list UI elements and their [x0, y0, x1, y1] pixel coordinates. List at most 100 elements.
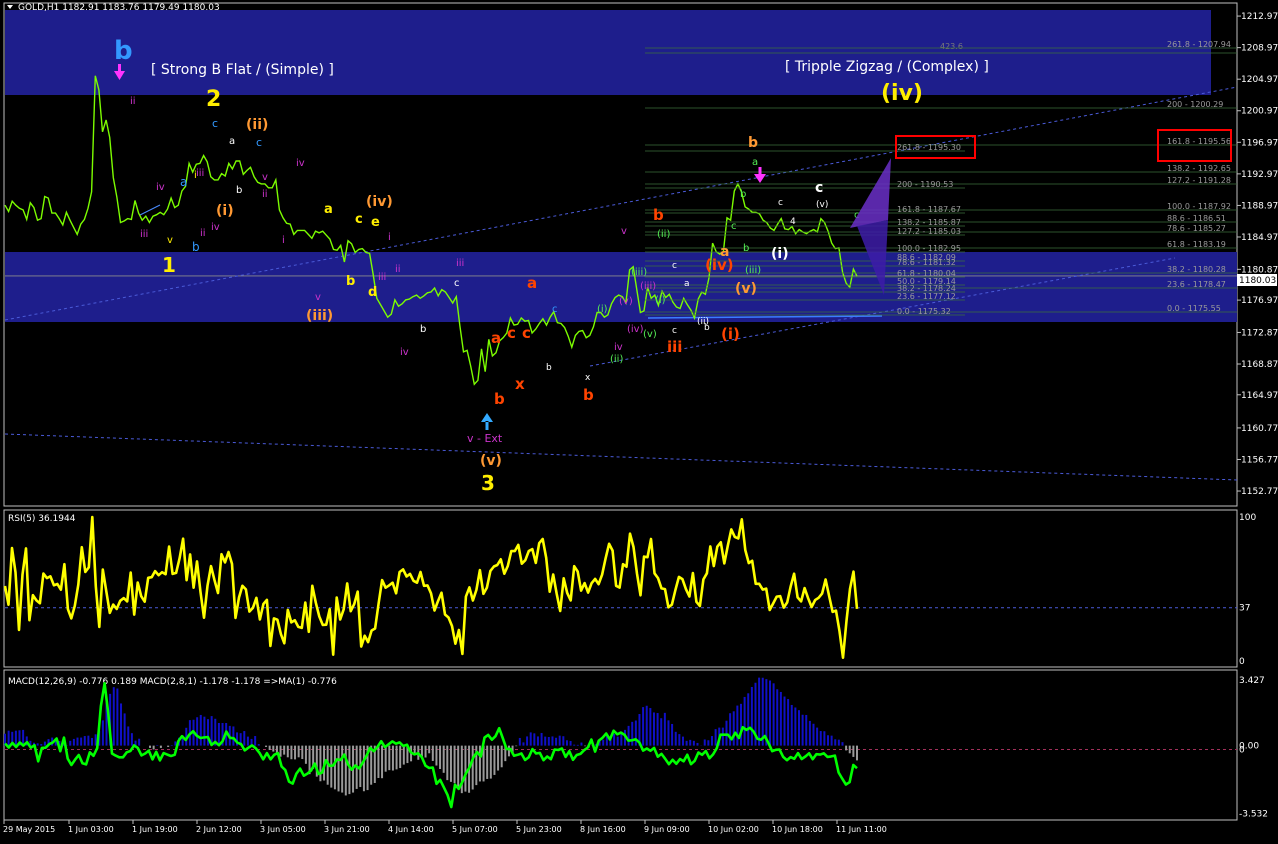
wave-label: i — [388, 232, 391, 243]
rsi-tick-label: 0 — [1239, 657, 1245, 667]
wave-label: c — [815, 180, 823, 196]
wave-label: iv — [614, 342, 623, 353]
rsi-title: RSI(5) 36.1944 — [8, 514, 76, 524]
fib-label: 78.6 - 1181.32 — [897, 258, 956, 267]
chart-canvas: 423.6 261.8 - 1207.94200 - 1200.29161.8 -… — [0, 0, 1278, 844]
fib-label: 100.0 - 1187.92 — [1167, 202, 1231, 211]
wave-label: a — [684, 279, 690, 289]
wave-label: b — [583, 386, 594, 404]
time-tick-label: 10 Jun 02:00 — [708, 825, 759, 834]
wave-label: iv — [400, 347, 409, 358]
rsi-tick-label: 37 — [1239, 604, 1250, 614]
wave-label: c — [672, 326, 677, 336]
wave-label: (v) — [480, 453, 502, 469]
fib-label: 200 - 1200.29 — [1167, 100, 1223, 109]
rsi-tick-label: 100 — [1239, 513, 1256, 523]
wave-label: a — [491, 329, 501, 347]
price-tick-label: 1164.97 — [1241, 391, 1278, 401]
lower-zone — [5, 252, 1237, 322]
strong-b-flat-title: [ Strong B Flat / (Simple) ] — [151, 62, 334, 78]
wave-label: c — [731, 221, 737, 232]
price-tick-label: 1156.77 — [1241, 455, 1278, 465]
wave-label: 2 — [206, 87, 221, 112]
wave-label: (ii) — [610, 354, 623, 365]
fib-label: 200 - 1190.53 — [897, 180, 953, 189]
wave-label: a — [180, 175, 187, 189]
wave-label: b — [743, 243, 749, 254]
time-tick-label: 1 Jun 03:00 — [68, 825, 114, 834]
wave-label: 4 — [790, 217, 796, 227]
wave-label: v - Ext — [467, 432, 503, 445]
price-tick-label: 1172.87 — [1241, 328, 1278, 338]
wave-label: 1 — [162, 253, 176, 277]
wave-label: c — [552, 304, 558, 315]
wave-label: (iv) — [366, 194, 393, 210]
wave-label: (ii) — [657, 229, 670, 240]
price-tick-label: 1200.97 — [1241, 107, 1278, 117]
wave-label: iii — [140, 229, 148, 240]
fib-label: 138.2 - 1185.87 — [897, 218, 961, 227]
wave-label: e — [371, 215, 380, 230]
fib-label: 138.2 - 1192.65 — [1167, 164, 1231, 173]
time-tick-label: 29 May 2015 — [3, 825, 55, 834]
price-tick-label: 1176.97 — [1241, 296, 1278, 306]
wave-label: v — [167, 235, 173, 246]
price-tick-label: 1168.87 — [1241, 360, 1278, 370]
wave-label: (ii) — [246, 117, 268, 133]
wave-label: b — [653, 206, 664, 224]
wave-label: c — [355, 212, 363, 227]
price-tick-label: 1152.77 — [1241, 487, 1278, 497]
wave-label: d — [368, 285, 377, 300]
macd-tick-label: 3.427 — [1239, 676, 1265, 686]
wave-label: iii — [456, 258, 464, 269]
current-price-label: 1180.03 — [1239, 276, 1276, 286]
wave-label: (i) — [771, 246, 789, 262]
wave-label: a — [527, 274, 537, 292]
time-tick-label: 10 Jun 18:00 — [772, 825, 823, 834]
tripple-zigzag-title: [ Tripple Zigzag / (Complex) ] — [785, 59, 989, 75]
time-tick-label: 2 Jun 12:00 — [196, 825, 242, 834]
wave-label: c — [522, 324, 531, 342]
wave-label: b — [114, 36, 133, 66]
wave-label: b — [236, 185, 242, 196]
fib-label: 23.6 - 1177.12 — [897, 292, 956, 301]
time-tick-label: 4 Jun 14:00 — [388, 825, 434, 834]
fib-label: 423.6 — [940, 42, 963, 51]
macd-tick-label: -3.532 — [1239, 809, 1268, 819]
upper-zone — [5, 10, 1211, 95]
fib-label: 0.0 - 1175.55 — [1167, 304, 1221, 313]
wave-label: (iii) — [306, 308, 333, 324]
wave-label: c — [212, 117, 218, 130]
wave-label: c — [778, 198, 783, 208]
wave-label: iii — [196, 168, 204, 179]
price-tick-label: 1212.97 — [1241, 12, 1278, 22]
price-tick-label: 1196.97 — [1241, 138, 1278, 148]
wave-label: x — [585, 373, 591, 383]
fib-label: 0.0 - 1175.32 — [897, 307, 951, 316]
macd-title: MACD(12,26,9) -0.776 0.189 MACD(2,8,1) -… — [8, 677, 337, 687]
time-tick-label: 11 Jun 11:00 — [836, 825, 887, 834]
macd-tick-label: 0 — [1239, 745, 1245, 755]
wave-label: c — [256, 136, 262, 149]
wave-label: b — [420, 324, 426, 335]
wave-label: b — [494, 390, 505, 408]
fib-label: 261.8 - 1195.30 — [897, 143, 961, 152]
fib-label: 127.2 - 1185.03 — [897, 227, 961, 236]
price-tick-label: 1160.77 — [1241, 424, 1278, 434]
fib-label: 78.6 - 1185.27 — [1167, 224, 1226, 233]
time-tick-label: 8 Jun 16:00 — [580, 825, 626, 834]
wave-label: c — [507, 324, 516, 342]
wave-label: (v) — [619, 296, 633, 307]
wave-label: iv — [211, 222, 220, 233]
wave-label: (i) — [216, 203, 234, 219]
fib-label: 161.8 - 1195.56 — [1167, 137, 1231, 146]
wave-label: x — [515, 375, 525, 393]
wave-label: (v) — [816, 200, 828, 210]
wave-label: ii — [200, 228, 206, 239]
wave-label: ii — [262, 189, 268, 200]
time-tick-label: 1 Jun 19:00 — [132, 825, 178, 834]
wave-label: a — [229, 136, 235, 147]
wave-label: c — [672, 261, 677, 271]
wave-label: i — [282, 235, 285, 246]
price-tick-label: 1208.97 — [1241, 44, 1278, 54]
